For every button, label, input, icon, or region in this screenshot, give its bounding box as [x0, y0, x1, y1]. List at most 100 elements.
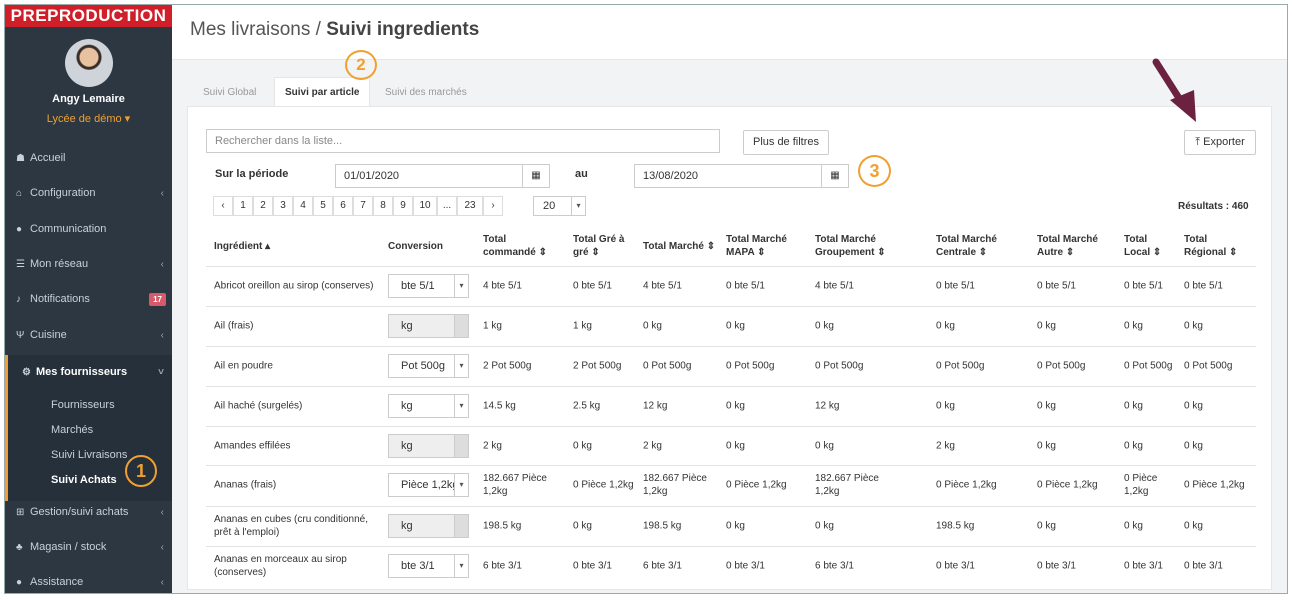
column-header[interactable]: Total Marché Groupement ⇕ [815, 233, 915, 259]
pagination-page[interactable]: 2 [253, 196, 273, 216]
table-cell: 0 kg [726, 520, 745, 532]
table-cell: 0 bte 3/1 [573, 560, 612, 572]
pagination-page[interactable]: 10 [413, 196, 437, 216]
sidebar-item-communication[interactable]: ● Communication [5, 212, 172, 247]
pagination-page[interactable]: 4 [293, 196, 313, 216]
pagination-next[interactable]: › [483, 196, 503, 216]
column-header[interactable]: Total Régional ⇕ [1184, 233, 1244, 259]
table-cell: 0 kg [1124, 320, 1143, 332]
submenu-item-suivi-livraisons[interactable]: Suivi Livraisons [51, 449, 127, 461]
pagination-page[interactable]: 23 [457, 196, 483, 216]
submenu-item-marches[interactable]: Marchés [51, 424, 93, 436]
table-cell: 6 bte 3/1 [483, 560, 522, 572]
sidebar-item-accueil[interactable]: ☗ Accueil [5, 141, 172, 176]
pagination-page[interactable]: 7 [353, 196, 373, 216]
column-header[interactable]: Total Marché Centrale ⇕ [936, 233, 1016, 259]
table-cell: 4 bte 5/1 [815, 280, 854, 292]
sidebar-item-label: Communication [30, 223, 107, 235]
conversion-select[interactable]: Pièce 1,2kg ▾ [388, 473, 469, 497]
tab-suivi-par-article[interactable]: Suivi par article [274, 77, 370, 106]
conversion-select[interactable]: bte 5/1 ▾ [388, 274, 469, 298]
ingredient-name: Ail (frais) [214, 320, 254, 332]
calendar-icon[interactable]: ▦ [522, 164, 550, 188]
tab-suivi-des-marches[interactable]: Suivi des marchés [385, 78, 467, 107]
sidebar-item-assistance[interactable]: ● Assistance ‹ [5, 565, 172, 593]
sidebar-item-mes-fournisseurs[interactable]: ⚙ Mes fournisseurs ˅ [5, 355, 172, 390]
arrow-annotation-icon [1152, 58, 1196, 122]
pagination-page[interactable]: 1 [233, 196, 253, 216]
pagination-page[interactable]: 9 [393, 196, 413, 216]
chevron-down-icon: ▾ [454, 515, 468, 537]
sidebar-item-label: Gestion/suivi achats [30, 506, 129, 518]
conversion-select[interactable]: Pot 500g ▾ [388, 354, 469, 378]
table-cell: 1 kg [483, 320, 502, 332]
pagination-page[interactable]: 5 [313, 196, 333, 216]
sidebar-item-label: Configuration [30, 187, 96, 199]
pagination-page[interactable]: 6 [333, 196, 353, 216]
sidebar-item-magasin[interactable]: ♣ Magasin / stock ‹ [5, 530, 172, 565]
column-header[interactable]: Total Marché ⇕ [643, 240, 715, 253]
sidebar-item-cuisine[interactable]: Ψ Cuisine ‹ [5, 318, 172, 353]
sidebar-item-label: Mes fournisseurs [36, 366, 128, 378]
pagination-prev[interactable]: ‹ [213, 196, 233, 216]
table-cell: 198.5 kg [643, 520, 682, 532]
column-header[interactable]: Total Local ⇕ [1124, 233, 1164, 259]
sidebar-item-label: Mon réseau [30, 258, 89, 270]
table-cell: 0 bte 5/1 [936, 280, 975, 292]
breadcrumb-current: Suivi ingredients [326, 19, 480, 40]
table-cell: 0 kg [936, 320, 955, 332]
submenu-item-suivi-achats[interactable]: Suivi Achats [51, 474, 117, 486]
chevron-down-icon: ▾ [454, 355, 468, 377]
date-from-field[interactable]: 01/01/2020 [335, 164, 523, 188]
table-cell: 2.5 kg [573, 400, 601, 412]
conversion-value: Pot 500g [401, 360, 446, 372]
info-icon: ● [16, 577, 23, 588]
conversion-select[interactable]: bte 3/1 ▾ [388, 554, 469, 578]
chevron-down-icon: ▾ [454, 315, 468, 337]
table-cell: 0 bte 5/1 [1184, 280, 1223, 292]
table-cell: 2 kg [643, 440, 662, 452]
tab-suivi-global[interactable]: Suivi Global [203, 78, 256, 107]
export-button[interactable]: ⤒ Exporter [1184, 130, 1256, 155]
table-cell: 2 Pot 500g [573, 360, 622, 372]
sidebar-item-label: Magasin / stock [30, 541, 107, 553]
table-row: Ananas en cubes (cru conditionné, prêt à… [206, 506, 1256, 546]
page-size-select[interactable]: 20 ▾ [533, 196, 586, 216]
table-cell: 182.667 Pièce 1,2kg [815, 473, 879, 497]
sidebar-item-configuration[interactable]: ⌂ Configuration ‹ [5, 176, 172, 211]
callout-marker: 2 [345, 50, 377, 80]
table-row: Ail (frais) kg ▾ 1 kg 1 kg 0 kg 0 kg 0 kg 0 kg 0 … [206, 306, 1256, 346]
submenu-item-fournisseurs[interactable]: Fournisseurs [51, 399, 115, 411]
date-to-field[interactable]: 13/08/2020 [634, 164, 822, 188]
more-filters-button[interactable]: Plus de filtres [743, 130, 829, 155]
table-cell: 0 kg [936, 400, 955, 412]
period-to-label: au [575, 168, 588, 180]
page-header: Mes livraisons / Suivi ingredients [172, 5, 1287, 60]
column-header: Conversion [388, 241, 444, 252]
environment-banner: PREPRODUCTION [5, 5, 172, 27]
table-cell: 2 kg [483, 440, 502, 452]
pagination-page[interactable]: 3 [273, 196, 293, 216]
column-header[interactable]: Ingrédient ▴ [214, 240, 270, 253]
chevron-down-icon: ▾ [571, 197, 585, 215]
sidebar-item-mon-reseau[interactable]: ☰ Mon réseau ‹ [5, 247, 172, 282]
institution-icon: ⌂ [16, 188, 23, 199]
page-size-value: 20 [543, 200, 556, 212]
table-cell: 0 bte 3/1 [1037, 560, 1076, 572]
table-cell: 0 bte 3/1 [1124, 560, 1163, 572]
pagination-page[interactable]: 8 [373, 196, 393, 216]
conversion-select[interactable]: kg ▾ [388, 394, 469, 418]
table-cell: 0 Pot 500g [1124, 360, 1173, 372]
search-input[interactable]: Rechercher dans la liste... [206, 129, 720, 153]
avatar[interactable] [65, 39, 113, 87]
column-header[interactable]: Total Marché Autre ⇕ [1037, 233, 1109, 259]
sidebar-item-notifications[interactable]: ♪ Notifications 17 [5, 282, 172, 317]
column-header[interactable]: Total Marché MAPA ⇕ [726, 233, 798, 259]
sidebar-item-gestion-achats[interactable]: ⊞ Gestion/suivi achats ‹ [5, 495, 172, 530]
column-header[interactable]: Total commandé ⇕ [483, 233, 555, 259]
ingredient-name: Ananas (frais) [214, 479, 277, 491]
calendar-icon[interactable]: ▦ [821, 164, 849, 188]
school-selector[interactable]: Lycée de démo ▾ [5, 112, 172, 125]
column-header[interactable]: Total Gré à gré ⇕ [573, 233, 635, 259]
conversion-select: kg ▾ [388, 314, 469, 338]
